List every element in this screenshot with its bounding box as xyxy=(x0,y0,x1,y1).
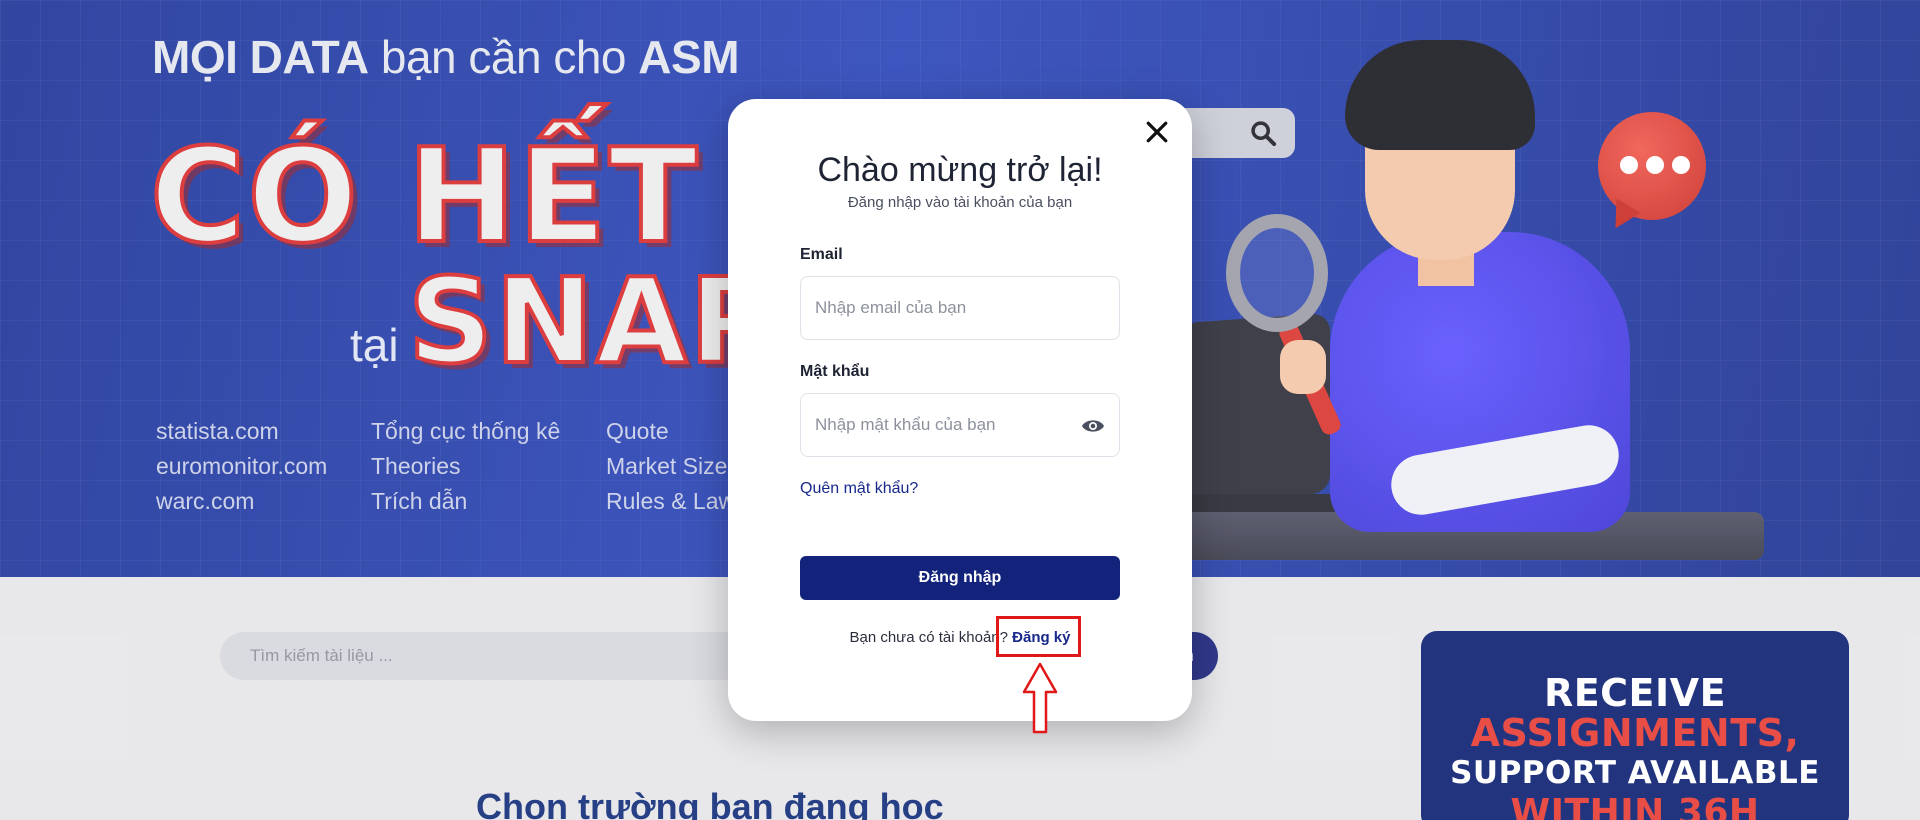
login-button[interactable]: Đăng nhập xyxy=(800,556,1120,600)
password-field[interactable] xyxy=(801,394,1119,456)
highlight-box xyxy=(996,616,1081,657)
close-icon[interactable] xyxy=(1142,117,1172,147)
email-label: Email xyxy=(800,246,843,263)
modal-subtitle: Đăng nhập vào tài khoản của bạn xyxy=(847,194,1073,211)
arrow-up-icon xyxy=(1022,662,1058,734)
signup-prompt: Bạn chưa có tài khoản? xyxy=(849,629,1008,646)
modal-title: Chào mừng trở lại! xyxy=(817,151,1103,189)
forgot-password-link[interactable]: Quên mật khẩu? xyxy=(800,480,918,498)
password-field-box xyxy=(800,393,1120,457)
email-field-box xyxy=(800,276,1120,340)
eye-icon[interactable] xyxy=(1081,416,1105,436)
login-modal: Chào mừng trở lại! Đăng nhập vào tài kho… xyxy=(728,99,1192,721)
signup-prompt-line: Bạn chưa có tài khoản? Đăng ký xyxy=(728,629,1192,646)
email-field[interactable] xyxy=(801,277,1119,339)
password-label: Mật khẩu xyxy=(800,363,870,380)
